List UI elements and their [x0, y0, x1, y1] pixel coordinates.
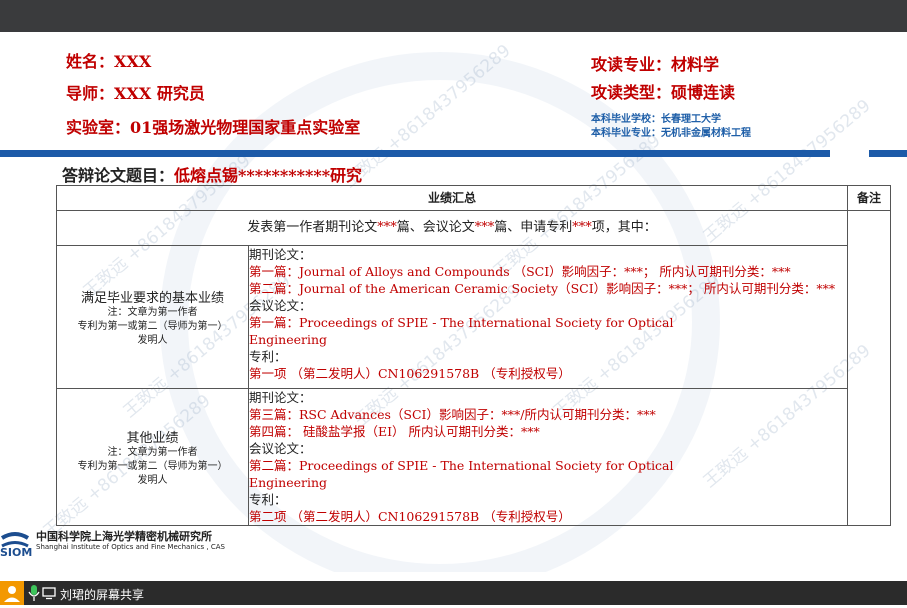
section-basic-label: 满足毕业要求的基本业绩 注：文章为第一作者 专利为第一或第二（导师为第一） 发明…: [56, 245, 249, 389]
logo-en: Shanghai Institute of Optics and Fine Me…: [36, 543, 225, 551]
section-basic-content: 期刊论文： 第一篇：Journal of Alloys and Compound…: [248, 245, 848, 389]
list-item: 第二篇：Journal of the American Ceramic Soci…: [249, 281, 836, 296]
list-item: Engineering: [249, 332, 328, 347]
thesis-label: 答辩论文题目：: [62, 166, 175, 185]
summary-row: 发表第一作者期刊论文***篇、会议论文***篇、申请专利***项，其中：: [56, 210, 848, 246]
major: 攻读专业：材料学: [591, 55, 720, 74]
list-item: 专利：: [249, 349, 287, 364]
list-item: 第一篇：Journal of Alloys and Compounds （SCI…: [249, 264, 791, 279]
divider-bar: [0, 150, 830, 157]
logo-cn: 中国科学院上海光学精密机械研究所: [36, 530, 212, 543]
lab-name: 实验室：01强场激光物理国家重点实验室: [66, 118, 361, 137]
presentation-slide: 王致远 +8618437956289 王致远 +8618437956289 王致…: [0, 32, 907, 572]
achievement-table: 业绩汇总 备注 发表第一作者期刊论文***篇、会议论文***篇、申请专利***项…: [56, 185, 891, 526]
undergrad-major: 本科毕业专业：无机非金属材料工程: [591, 128, 751, 139]
logo-abbr: SIOM: [0, 546, 33, 559]
list-item: 第一篇：Proceedings of SPIE - The Internatio…: [249, 315, 674, 330]
thesis-title-row: 答辩论文题目：低熔点锡***********研究: [62, 162, 362, 186]
list-item: 第三篇：RSC Advances（SCI）影响因子：***/所内认可期刊分类：*…: [249, 407, 656, 422]
microphone-icon[interactable]: [28, 584, 40, 605]
list-item: 会议论文：: [249, 441, 312, 456]
list-item: 会议论文：: [249, 298, 312, 313]
divider-bar-right: [869, 150, 907, 157]
top-toolbar: [0, 0, 907, 32]
screen-share-bar: 刘珺的屏幕共享: [0, 581, 907, 605]
table-header-summary: 业绩汇总: [56, 185, 848, 211]
notes-cell: [847, 210, 891, 526]
section-other-content: 期刊论文： 第三篇：RSC Advances（SCI）影响因子：***/所内认可…: [248, 388, 848, 526]
list-item: Engineering: [249, 475, 328, 490]
screen-share-label: 刘珺的屏幕共享: [60, 588, 145, 602]
list-item: 第二篇：Proceedings of SPIE - The Internatio…: [249, 458, 674, 473]
section-other-label: 其他业绩 注：文章为第一作者 专利为第一或第二（导师为第一） 发明人: [56, 388, 249, 526]
advisor-name: 导师：XXX 研究员: [66, 84, 205, 103]
list-item: 第二项 （第二发明人）CN106291578B （专利授权号）: [249, 509, 571, 524]
list-item: 第四篇： 硅酸盐学报（EI） 所内认可期刊分类：***: [249, 424, 540, 439]
screen-share-icon[interactable]: [42, 586, 56, 603]
user-avatar-icon[interactable]: [0, 581, 24, 605]
thesis-title: 低熔点锡***********研究: [174, 166, 363, 185]
student-name: 姓名：XXX: [66, 52, 152, 71]
list-item: 期刊论文：: [249, 390, 312, 405]
degree-type: 攻读类型：硕博连读: [591, 83, 736, 102]
list-item: 期刊论文：: [249, 247, 312, 262]
table-header-notes: 备注: [847, 185, 891, 211]
list-item: 第一项 （第二发明人）CN106291578B （专利授权号）: [249, 366, 571, 381]
undergrad-school: 本科毕业学校：长春理工大学: [591, 114, 721, 125]
list-item: 专利：: [249, 492, 287, 507]
